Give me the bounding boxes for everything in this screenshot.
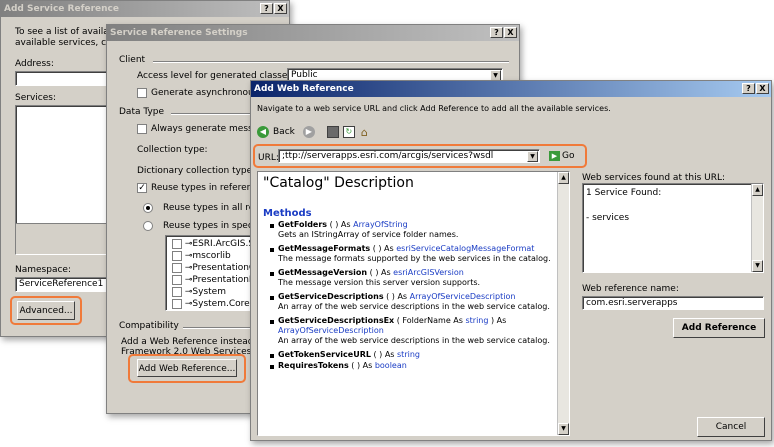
method-requires-tokens: RequiresTokens ( ) As boolean [278, 361, 407, 370]
assemblies-list[interactable]: ⊸ESRI.ArcGIS.S ⊸mscorlib ⊸PresentationC … [165, 235, 255, 311]
scroll-down-icon[interactable]: ▼ [752, 260, 763, 272]
return-type-link[interactable]: esriServiceCatalogMessageFormat [396, 244, 534, 253]
return-type-link[interactable]: string [397, 350, 420, 359]
address-input[interactable] [15, 71, 115, 86]
close-button[interactable]: X [756, 83, 769, 94]
bullet [270, 354, 274, 358]
client-section-label: Client [119, 55, 146, 65]
reuse-specified-radio[interactable] [143, 221, 153, 231]
client-separator [153, 61, 509, 63]
async-checkbox[interactable] [137, 88, 147, 98]
scroll-up-icon[interactable]: ▲ [752, 184, 763, 196]
always-generate-checkbox[interactable] [137, 124, 147, 134]
settings-titlebar[interactable]: Service Reference Settings ? X [107, 25, 519, 41]
add-web-reference-dialog: Add Web Reference ? X Navigate to a web … [250, 80, 772, 441]
list-item[interactable]: ⊸System.Core [172, 298, 250, 310]
method-description: An array of the web service descriptions… [278, 336, 550, 345]
return-type-link[interactable]: boolean [375, 361, 407, 370]
bullet [270, 365, 274, 369]
forward-arrow-icon[interactable]: ▶ [302, 126, 315, 138]
close-button[interactable]: X [504, 27, 517, 38]
help-button[interactable]: ? [260, 3, 273, 14]
return-type-link[interactable]: ArrayOfServiceDescription [410, 292, 516, 301]
instruction-text: Navigate to a web service URL and click … [257, 104, 611, 113]
back-arrow-icon[interactable]: ◀ [257, 126, 269, 138]
reuse-all-radio[interactable] [143, 203, 153, 213]
services-tree[interactable] [15, 105, 115, 225]
compat-text-line1: Add a Web Reference instead o [121, 337, 262, 347]
back-label[interactable]: Back [273, 127, 295, 137]
services-found-count: 1 Service Found: [586, 188, 662, 198]
bullet [270, 320, 274, 324]
web-reference-name-input[interactable]: com.esri.serverapps [582, 296, 764, 310]
namespace-input[interactable]: ServiceReference1 [15, 277, 115, 292]
dialog-title: Add Service Reference [4, 4, 119, 14]
services-label: Services: [15, 93, 56, 103]
catalog-heading: "Catalog" Description [263, 175, 414, 191]
found-list-scrollbar[interactable]: ▲ ▼ [751, 184, 763, 272]
close-button[interactable]: X [274, 3, 287, 14]
method-description: The message formats supported by the web… [278, 254, 551, 263]
method-description: The message version this server version … [278, 278, 481, 287]
services-found-label: Web services found at this URL: [582, 173, 726, 183]
service-details-panel [15, 223, 115, 255]
dialog-title: Service Reference Settings [110, 28, 248, 38]
home-icon[interactable]: ⌂ [359, 127, 370, 138]
help-button[interactable]: ? [490, 27, 503, 38]
bullet [270, 296, 274, 300]
service-item[interactable]: - services [586, 212, 760, 224]
help-button[interactable]: ? [742, 83, 755, 94]
add-service-reference-titlebar[interactable]: Add Service Reference ? X [1, 1, 289, 17]
url-highlight [253, 144, 587, 168]
dictionary-type-label: Dictionary collection type: [137, 166, 256, 176]
add-web-reference-highlight [128, 354, 246, 383]
content-scrollbar[interactable]: ▲ ▼ [557, 172, 569, 435]
method-get-token-service-url: GetTokenServiceURL ( ) As string [278, 350, 420, 359]
method-description: An array of the web service descriptions… [278, 302, 550, 311]
reuse-types-checkbox[interactable]: ✓ [137, 183, 147, 193]
services-found-list[interactable]: 1 Service Found: - services ▲ ▼ [582, 183, 764, 273]
param-type-link[interactable]: string [465, 316, 488, 325]
data-type-section-label: Data Type [119, 107, 165, 117]
access-level-value: Public [291, 70, 318, 80]
scroll-up-icon[interactable]: ▲ [558, 172, 569, 184]
web-reference-name-label: Web reference name: [582, 284, 679, 294]
service-description-pane[interactable]: "Catalog" Description Methods GetFolders… [257, 171, 570, 436]
navigation-toolbar: ◀ Back ▶ ↻ ⌂ [257, 124, 370, 140]
address-label: Address: [15, 59, 54, 69]
bullet [270, 224, 274, 228]
return-type-link[interactable]: ArrayOfString [353, 220, 408, 229]
bullet [270, 272, 274, 276]
namespace-label: Namespace: [15, 265, 71, 275]
cancel-button[interactable]: Cancel [697, 417, 765, 437]
dialog-title: Add Web Reference [254, 84, 354, 94]
refresh-icon[interactable]: ↻ [342, 126, 355, 138]
add-web-reference-titlebar[interactable]: Add Web Reference ? X [251, 81, 771, 97]
scroll-down-icon[interactable]: ▼ [558, 423, 569, 435]
add-reference-button[interactable]: Add Reference [673, 318, 765, 338]
method-description: Gets an IStringArray of service folder n… [278, 230, 459, 239]
stop-icon[interactable] [326, 126, 339, 138]
collection-type-label: Collection type: [137, 145, 208, 155]
bullet [270, 248, 274, 252]
compat-section-label: Compatibility [119, 321, 179, 331]
return-type-link[interactable]: esriArcGISVersion [393, 268, 464, 277]
advanced-highlight [10, 296, 82, 325]
